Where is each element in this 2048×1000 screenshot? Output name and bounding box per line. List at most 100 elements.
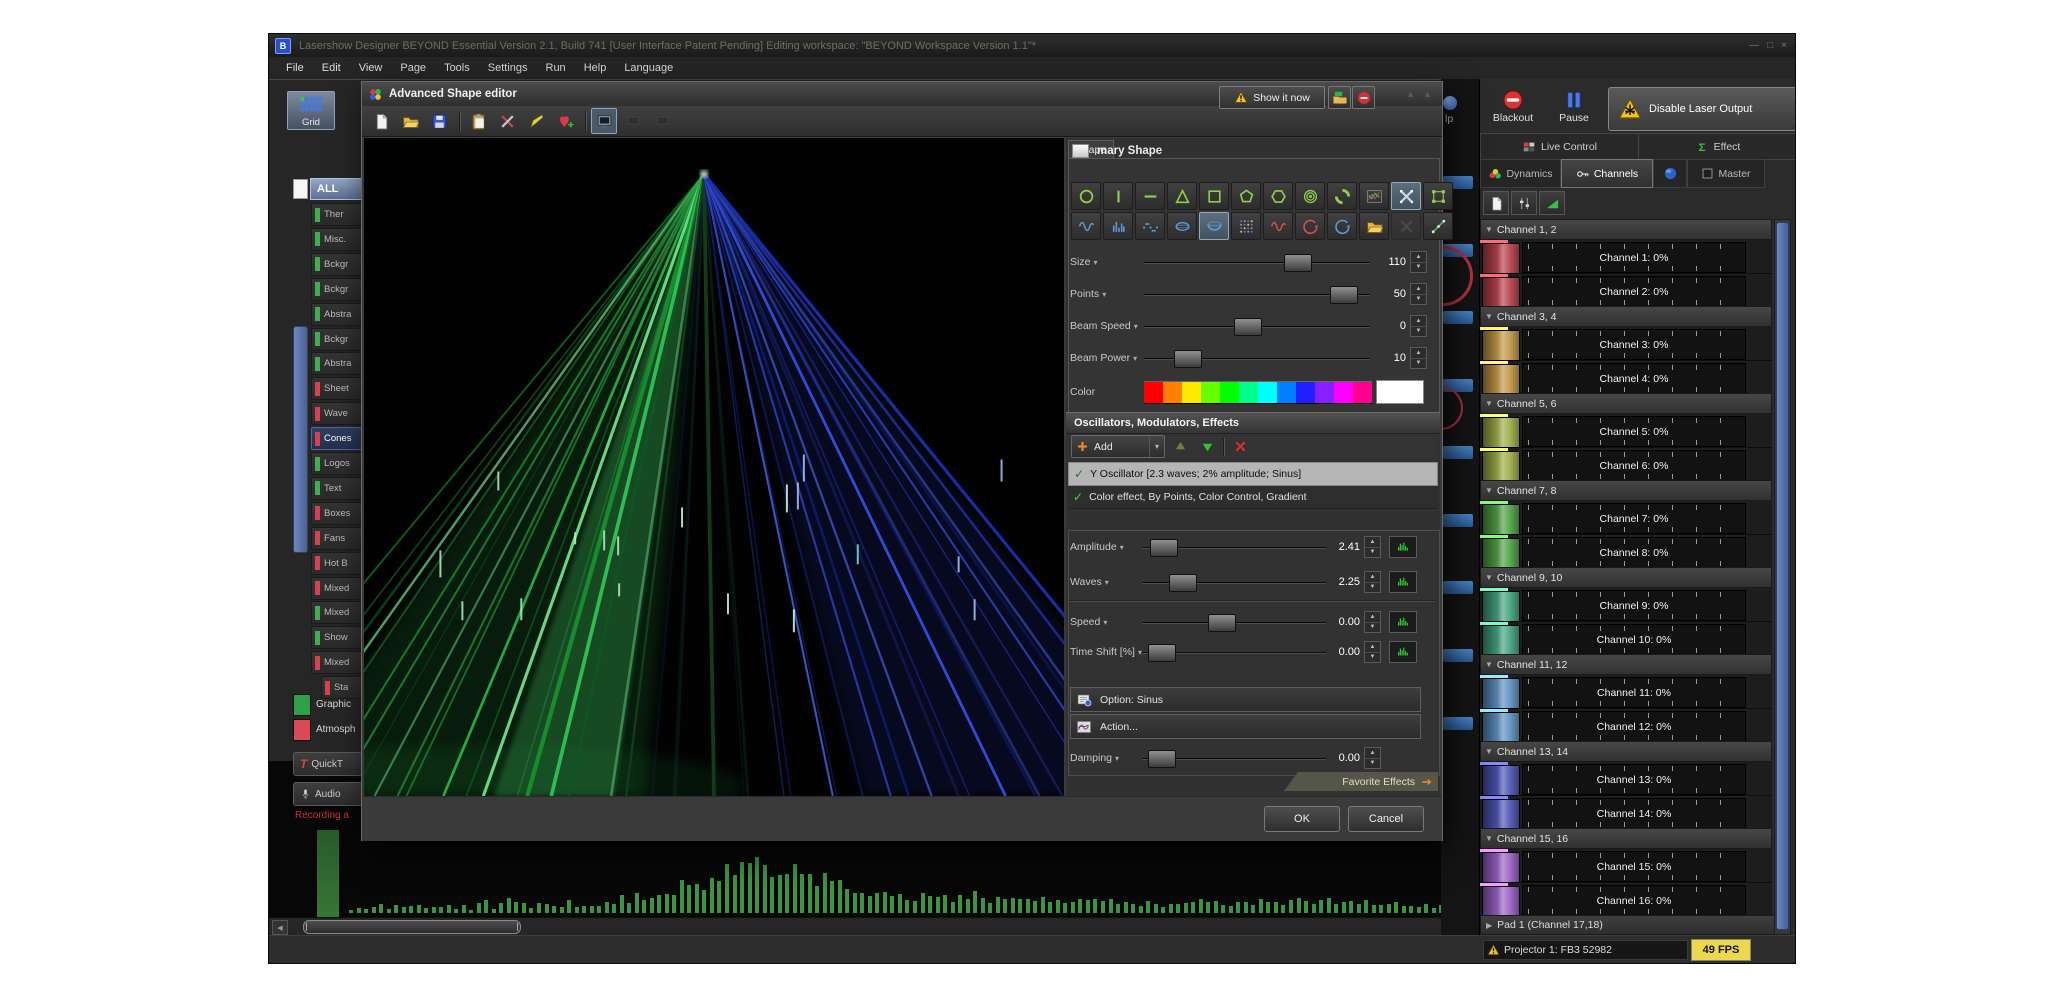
monitor-preview-button[interactable] [591,108,617,134]
channel-track[interactable]: Channel 7: 0% [1522,503,1746,534]
laser-preview-canvas[interactable] [364,138,1064,796]
spin-up-icon[interactable]: ▲ [1365,748,1380,759]
pencil-button[interactable] [523,108,549,134]
waveform-button[interactable] [1389,571,1417,593]
audio-button[interactable]: Audio [293,782,367,806]
slider-handle[interactable] [1174,350,1202,368]
effect-row[interactable]: ✓Color effect, By Points, Color Control,… [1068,486,1438,509]
slider-track[interactable] [1144,285,1370,303]
dialog-roll-icon[interactable]: ▲ [1406,89,1415,99]
disable-laser-output-button[interactable]: Disable Laser Output [1608,87,1796,131]
channel-track[interactable]: Channel 11: 0% [1522,677,1746,708]
color-swatch[interactable] [1315,381,1334,404]
channel-fader[interactable] [1482,330,1520,361]
slider-track[interactable] [1144,349,1370,367]
collapse-icon[interactable]: ▼ [1485,834,1493,843]
dialog-pin-icon[interactable]: ▲ [1423,89,1432,99]
channel-track[interactable]: Channel 13: 0% [1522,764,1746,795]
favorite-add-button[interactable] [552,108,578,134]
channel-group-header[interactable]: ▼Channel 3, 4 [1480,306,1772,327]
blackout-small-button[interactable] [1352,86,1375,109]
spin-up-icon[interactable]: ▲ [1365,642,1380,653]
check-icon[interactable]: ✓ [1074,467,1084,481]
save-button[interactable] [426,108,452,134]
paste-button[interactable] [465,108,491,134]
menu-run[interactable]: Run [537,59,575,77]
channel-track[interactable]: Channel 5: 0% [1522,416,1746,447]
spin-up-icon[interactable]: ▲ [1411,252,1426,263]
channel-track[interactable]: Channel 4: 0% [1522,363,1746,394]
spinner[interactable]: ▲▼ [1364,641,1381,663]
sidebar-item-all[interactable]: ALL [293,179,370,199]
shape-button-cross-points[interactable] [1391,182,1421,210]
action-button[interactable]: Action... [1070,714,1421,739]
menu-tools[interactable]: Tools [435,59,479,77]
slider-handle[interactable] [1169,574,1197,592]
slider-track[interactable] [1142,538,1326,556]
slider-handle[interactable] [1148,644,1176,662]
channel-fader[interactable] [1482,712,1520,743]
pad-group-header[interactable]: ▶ Pad 1 (Channel 17,18) [1480,915,1779,935]
scroll-left-icon[interactable]: ◀ [272,920,288,935]
channel-fader[interactable] [1482,504,1520,535]
channel-track[interactable]: Channel 12: 0% [1522,711,1746,742]
ok-button[interactable]: OK [1264,806,1340,832]
color-swatch[interactable] [1239,381,1258,404]
slider-track[interactable] [1144,317,1370,335]
channel-fader[interactable] [1482,243,1520,274]
add-dropdown-icon[interactable]: ▾ [1149,436,1164,457]
collapse-icon[interactable]: ▼ [1485,312,1493,321]
shape-button-hexagon[interactable] [1263,182,1293,210]
collapse-icon[interactable]: ▼ [1485,486,1493,495]
channel-group-header[interactable]: ▼Channel 7, 8 [1480,480,1772,501]
channel-track[interactable]: Channel 6: 0% [1522,450,1746,481]
channel-track[interactable]: Channel 10: 0% [1522,624,1746,655]
spin-down-icon[interactable]: ▼ [1365,548,1380,558]
shape-button-blue-rotation[interactable] [1327,212,1357,240]
tab-globe[interactable] [1653,159,1687,188]
spin-down-icon[interactable]: ▼ [1365,623,1380,633]
spin-down-icon[interactable]: ▼ [1411,295,1426,305]
channel-group-header[interactable]: ▼Channel 9, 10 [1480,567,1772,588]
shape-button-bars[interactable] [1103,212,1133,240]
channel-track[interactable]: Channel 16: 0% [1522,885,1746,916]
waveform-button[interactable] [1389,536,1417,558]
maximize-icon[interactable]: □ [1767,40,1773,51]
spin-up-icon[interactable]: ▲ [1411,348,1426,359]
slider-handle[interactable] [1330,286,1358,304]
minimize-icon[interactable]: — [1749,40,1759,51]
grid-button[interactable]: Grid [287,91,335,130]
channel-group-header[interactable]: ▼Channel 5, 6 [1480,393,1772,414]
slider-handle[interactable] [1234,318,1262,336]
color-swatch[interactable] [1163,381,1182,404]
channel-fader[interactable] [1482,417,1520,448]
shape-button-circle[interactable] [1071,182,1101,210]
move-down-button[interactable] [1196,435,1219,458]
shape-button-swirl[interactable] [1327,182,1357,210]
spinner[interactable]: ▲▼ [1364,536,1381,558]
spin-down-icon[interactable]: ▼ [1411,327,1426,337]
shape-button-wave[interactable] [1071,212,1101,240]
channel-track[interactable]: Channel 9: 0% [1522,590,1746,621]
channel-fader[interactable] [1482,591,1520,622]
scrollbar-thumb[interactable] [303,920,521,934]
spin-down-icon[interactable]: ▼ [1411,263,1426,273]
shape-button-triangle[interactable] [1167,182,1197,210]
slider-track[interactable] [1142,613,1326,631]
spinner[interactable]: ▲▼ [1410,251,1427,273]
add-effect-button[interactable]: Add ▾ [1071,435,1165,458]
channel-fader[interactable] [1482,799,1520,830]
shape-button-square[interactable] [1199,182,1229,210]
shape-button-red-rotation[interactable] [1295,212,1325,240]
channel-scrollbar[interactable] [1774,219,1791,935]
menu-file[interactable]: File [277,59,313,77]
color-swatch[interactable] [1258,381,1277,404]
show-it-now-button[interactable]: Show it now [1219,86,1325,109]
channel-fader[interactable] [1482,538,1520,569]
channel-track[interactable]: Channel 8: 0% [1522,537,1746,568]
slider-handle[interactable] [1284,254,1312,272]
color-swatch[interactable] [1201,381,1220,404]
spin-down-icon[interactable]: ▼ [1411,359,1426,369]
shape-button-graph[interactable] [1359,182,1389,210]
slider-track[interactable] [1142,749,1326,767]
